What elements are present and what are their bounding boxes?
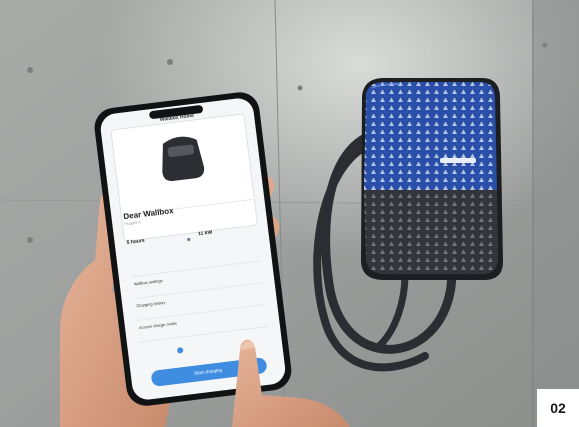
stat-energy: 11 kW bbox=[197, 229, 213, 238]
photo-scene: Wallbox Home Dear Wallbox Plugged in 5 h… bbox=[0, 0, 579, 427]
stat-time: 5 hours bbox=[126, 237, 146, 247]
scene-illustration bbox=[0, 0, 579, 427]
start-charging-button[interactable]: Start charging bbox=[153, 362, 263, 380]
image-number-badge: 02 bbox=[537, 389, 579, 427]
menu-item-settings[interactable]: Wallbox settings bbox=[133, 278, 162, 286]
wallbox-charger bbox=[361, 78, 503, 280]
vehicle-name: Dear Wallbox bbox=[122, 206, 175, 222]
vehicle-subtitle: Plugged in bbox=[124, 220, 142, 227]
image-number: 02 bbox=[550, 400, 566, 416]
menu-item-codes[interactable]: Access charge codes bbox=[139, 321, 177, 331]
menu-item-history[interactable]: Charging history bbox=[136, 300, 166, 309]
